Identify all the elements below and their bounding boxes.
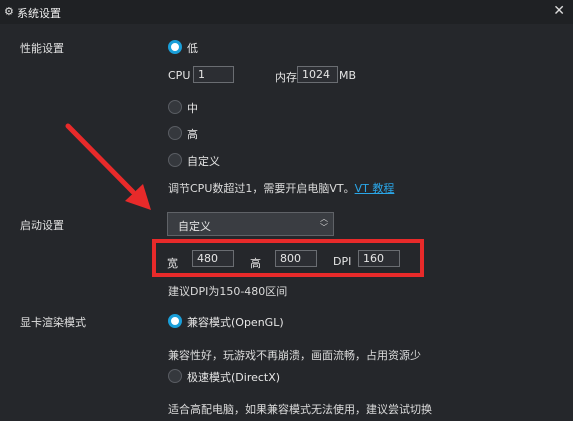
arrow-shaft xyxy=(65,123,136,195)
red-annotation-arrow xyxy=(65,123,151,210)
